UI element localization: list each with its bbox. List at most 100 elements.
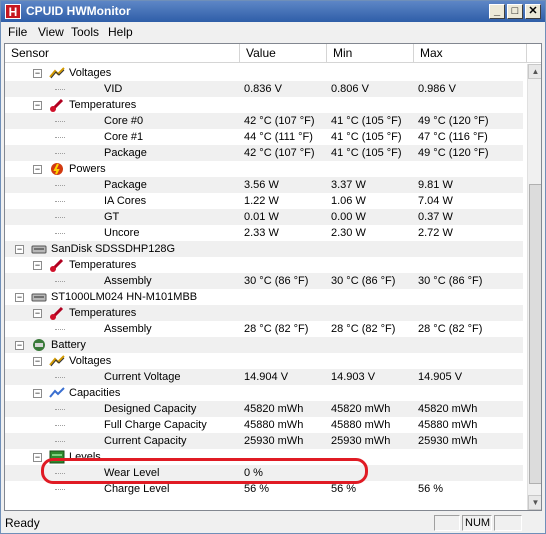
column-max[interactable]: Max bbox=[414, 44, 527, 63]
hwmonitor-window: H CPUID HWMonitor _ □ ✕ File View Tools … bbox=[0, 0, 546, 534]
sensor-label: Temperatures bbox=[69, 307, 137, 319]
sensor-label: Assembly bbox=[104, 323, 152, 335]
sensor-min: 41 °C (105 °F) bbox=[331, 131, 402, 143]
menu-help[interactable]: Help bbox=[108, 25, 133, 39]
tree-connector bbox=[55, 329, 65, 330]
group-row[interactable]: − Capacities bbox=[5, 385, 523, 401]
tree-connector bbox=[55, 441, 65, 442]
vertical-scrollbar[interactable]: ▲ ▼ bbox=[527, 64, 541, 510]
collapse-toggle-icon[interactable]: − bbox=[15, 293, 24, 302]
sensor-value: 25930 mWh bbox=[244, 435, 304, 447]
sensor-label: IA Cores bbox=[104, 195, 147, 207]
maximize-button[interactable]: □ bbox=[507, 4, 523, 19]
minimize-button[interactable]: _ bbox=[489, 4, 505, 19]
menu-file[interactable]: File bbox=[8, 25, 27, 39]
sensor-value: 1.22 W bbox=[244, 195, 279, 207]
collapse-toggle-icon[interactable]: − bbox=[33, 69, 42, 78]
device-row[interactable]: − ST1000LM024 HN-M101MBB bbox=[5, 289, 523, 305]
sensor-value: 44 °C (111 °F) bbox=[244, 131, 313, 143]
column-sensor[interactable]: Sensor bbox=[5, 44, 240, 63]
sensor-min: 28 °C (82 °F) bbox=[331, 323, 396, 335]
sensor-row[interactable]: IA Cores 1.22 W 1.06 W 7.04 W bbox=[5, 193, 523, 209]
status-bar: Ready NUM bbox=[1, 513, 545, 533]
group-row[interactable]: − Voltages bbox=[5, 353, 523, 369]
sensor-row[interactable]: Core #1 44 °C (111 °F) 41 °C (105 °F) 47 °C… bbox=[5, 129, 523, 145]
sensor-max: 30 °C (86 °F) bbox=[418, 275, 483, 287]
drive-icon bbox=[31, 242, 47, 256]
sensor-value: 14.904 V bbox=[244, 371, 289, 383]
group-row[interactable]: − Levels bbox=[5, 449, 523, 465]
status-cell-blank-2 bbox=[494, 515, 522, 531]
sensor-tree[interactable]: Sensor Value Min Max − Voltages VID 0.836 V… bbox=[4, 43, 542, 511]
sensor-label: Wear Level bbox=[104, 467, 160, 479]
sensor-label: Current Voltage bbox=[104, 371, 181, 383]
sensor-min: 1.06 W bbox=[331, 195, 366, 207]
device-row[interactable]: − SanDisk SDSSDHP128G bbox=[5, 241, 523, 257]
column-min[interactable]: Min bbox=[327, 44, 414, 63]
sensor-value: 3.56 W bbox=[244, 179, 279, 191]
status-cell-blank bbox=[434, 515, 460, 531]
sensor-row[interactable]: Assembly 30 °C (86 °F) 30 °C (86 °F) 30 °C … bbox=[5, 273, 523, 289]
sensor-min: 41 °C (105 °F) bbox=[331, 115, 402, 127]
sensor-max: 2.72 W bbox=[418, 227, 453, 239]
sensor-min: 25930 mWh bbox=[331, 435, 391, 447]
menu-view[interactable]: View bbox=[38, 25, 64, 39]
sensor-row[interactable]: Package 3.56 W 3.37 W 9.81 W bbox=[5, 177, 523, 193]
sensor-value: 2.33 W bbox=[244, 227, 279, 239]
sensor-row[interactable]: GT 0.01 W 0.00 W 0.37 W bbox=[5, 209, 523, 225]
sensor-min: 0.806 V bbox=[331, 83, 369, 95]
sensor-label: Core #0 bbox=[104, 115, 144, 127]
column-header: Sensor Value Min Max bbox=[5, 44, 541, 63]
sensor-label: Package bbox=[104, 147, 147, 159]
sensor-max: 47 °C (116 °F) bbox=[418, 131, 488, 143]
tree-connector bbox=[55, 185, 65, 186]
group-row[interactable]: − Temperatures bbox=[5, 257, 523, 273]
sensor-min: 56 % bbox=[331, 483, 357, 495]
sensor-max: 28 °C (82 °F) bbox=[418, 323, 483, 335]
sensor-min: 30 °C (86 °F) bbox=[331, 275, 396, 287]
collapse-toggle-icon[interactable]: − bbox=[33, 261, 42, 270]
collapse-toggle-icon[interactable]: − bbox=[33, 453, 42, 462]
sensor-label: Powers bbox=[69, 163, 106, 175]
close-button[interactable]: ✕ bbox=[525, 4, 541, 19]
column-value[interactable]: Value bbox=[240, 44, 327, 63]
tree-connector bbox=[55, 137, 65, 138]
thermometer-icon bbox=[49, 258, 65, 272]
tree-connector bbox=[55, 473, 65, 474]
device-row[interactable]: − Battery bbox=[5, 337, 523, 353]
scroll-down-arrow[interactable]: ▼ bbox=[528, 495, 541, 510]
tree-connector bbox=[55, 489, 65, 490]
sensor-row[interactable]: Charge Level 56 % 56 % 56 % bbox=[5, 481, 523, 497]
group-row[interactable]: − Voltages bbox=[5, 65, 523, 81]
collapse-toggle-icon[interactable]: − bbox=[33, 309, 42, 318]
sensor-row[interactable]: Wear Level 0 % bbox=[5, 465, 523, 481]
sensor-max: 49 °C (120 °F) bbox=[418, 147, 489, 159]
sensor-row[interactable]: Uncore 2.33 W 2.30 W 2.72 W bbox=[5, 225, 523, 241]
sensor-label: Charge Level bbox=[104, 483, 170, 495]
tree-connector bbox=[55, 425, 65, 426]
scroll-up-arrow[interactable]: ▲ bbox=[528, 64, 541, 79]
sensor-row[interactable]: Full Charge Capacity 45880 mWh 45880 mWh 45… bbox=[5, 417, 523, 433]
sensor-label: Battery bbox=[51, 339, 86, 351]
sensor-row[interactable]: Current Voltage 14.904 V 14.903 V 14.905 V bbox=[5, 369, 523, 385]
window-title: CPUID HWMonitor bbox=[26, 4, 131, 18]
collapse-toggle-icon[interactable]: − bbox=[15, 245, 24, 254]
collapse-toggle-icon[interactable]: − bbox=[33, 389, 42, 398]
sensor-row[interactable]: Assembly 28 °C (82 °F) 28 °C (82 °F) 28 °C … bbox=[5, 321, 523, 337]
menu-tools[interactable]: Tools bbox=[71, 25, 99, 39]
sensor-value: 0.01 W bbox=[244, 211, 279, 223]
sensor-row[interactable]: Designed Capacity 45820 mWh 45820 mWh 45820… bbox=[5, 401, 523, 417]
scroll-thumb[interactable] bbox=[529, 184, 541, 484]
group-row[interactable]: − Powers bbox=[5, 161, 523, 177]
group-row[interactable]: − Temperatures bbox=[5, 97, 523, 113]
collapse-toggle-icon[interactable]: − bbox=[15, 341, 24, 350]
collapse-toggle-icon[interactable]: − bbox=[33, 165, 42, 174]
sensor-row[interactable]: VID 0.836 V 0.806 V 0.986 V bbox=[5, 81, 523, 97]
collapse-toggle-icon[interactable]: − bbox=[33, 101, 42, 110]
group-row[interactable]: − Temperatures bbox=[5, 305, 523, 321]
title-bar: H CPUID HWMonitor _ □ ✕ bbox=[1, 1, 545, 22]
collapse-toggle-icon[interactable]: − bbox=[33, 357, 42, 366]
sensor-row[interactable]: Package 42 °C (107 °F) 41 °C (105 °F) 49 °C… bbox=[5, 145, 523, 161]
sensor-row[interactable]: Current Capacity 25930 mWh 25930 mWh 25930 … bbox=[5, 433, 523, 449]
sensor-row[interactable]: Core #0 42 °C (107 °F) 41 °C (105 °F) 49 °C… bbox=[5, 113, 523, 129]
